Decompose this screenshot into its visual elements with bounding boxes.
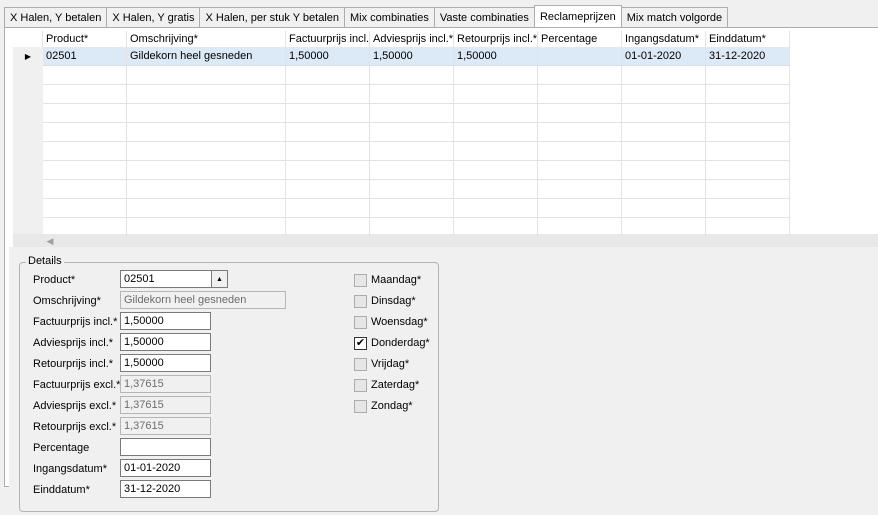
adviesprijs-incl-field[interactable]: 1,50000 xyxy=(120,333,211,351)
empty-row xyxy=(13,123,878,142)
percentage-label: Percentage xyxy=(33,442,90,454)
tab-mix-match-volgorde[interactable]: Mix match volgorde xyxy=(620,7,729,27)
product-combo-input[interactable]: 02501 xyxy=(120,270,212,288)
cell-omschrijving[interactable]: Gildekorn heel gesneden xyxy=(127,47,286,66)
checkmark-icon: ✔ xyxy=(355,336,366,349)
row-header-corner xyxy=(13,31,43,47)
cell-adviesprijs-incl[interactable]: 1,50000 xyxy=(370,47,454,66)
factuurprijs-incl-field[interactable]: 1,50000 xyxy=(120,312,211,330)
retourprijs-incl-field[interactable]: 1,50000 xyxy=(120,354,211,372)
checkbox-vrijdag[interactable]: Vrijdag* xyxy=(354,356,409,372)
omschrijving-label: Omschrijving* xyxy=(33,295,101,307)
caret-up-icon: ▲ xyxy=(216,275,223,283)
prices-grid[interactable]: Product* Omschrijving* Factuurprijs incl… xyxy=(13,31,878,248)
tab-x-halen-y-gratis[interactable]: X Halen, Y gratis xyxy=(106,7,201,27)
cell-einddatum[interactable]: 31-12-2020 xyxy=(706,47,790,66)
tab-x-halen-y-betalen[interactable]: X Halen, Y betalen xyxy=(4,7,108,27)
checkbox-box[interactable] xyxy=(354,273,367,287)
product-dropdown-button[interactable]: ▲ xyxy=(211,270,228,288)
checkbox-label: Zaterdag* xyxy=(371,379,420,391)
checkbox-woensdag[interactable]: Woensdag* xyxy=(354,314,428,330)
cell-ingangsdatum[interactable]: 01-01-2020 xyxy=(622,47,706,66)
empty-row xyxy=(13,161,878,180)
einddatum-label: Einddatum* xyxy=(33,484,90,496)
column-header-ingangsdatum[interactable]: Ingangsdatum* xyxy=(622,31,706,47)
tab-mix-combinaties[interactable]: Mix combinaties xyxy=(344,7,435,27)
cell-percentage[interactable] xyxy=(538,47,622,66)
column-header-product[interactable]: Product* xyxy=(43,31,127,47)
empty-row xyxy=(13,104,878,123)
product-label: Product* xyxy=(33,274,76,286)
details-legend: Details xyxy=(26,255,64,267)
checkbox-label: Woensdag* xyxy=(371,316,428,328)
checkbox-label: Maandag* xyxy=(371,274,422,286)
checkbox-label: Zondag* xyxy=(371,400,413,412)
checkbox-box[interactable]: ✔ xyxy=(354,336,367,350)
retourprijs-excl-field: 1,37615 xyxy=(120,417,211,435)
details-groupbox: Details Product* 02501 ▲ Omschrijving* G… xyxy=(19,255,439,512)
tab-vaste-combinaties[interactable]: Vaste combinaties xyxy=(433,7,535,27)
checkbox-donderdag[interactable]: ✔ Donderdag* xyxy=(354,335,430,351)
checkbox-box[interactable] xyxy=(354,315,367,329)
ingangsdatum-field[interactable]: 01-01-2020 xyxy=(120,459,211,477)
column-header-omschrijving[interactable]: Omschrijving* xyxy=(127,31,286,47)
checkbox-label: Dinsdag* xyxy=(371,295,416,307)
cell-product[interactable]: 02501 xyxy=(43,47,127,66)
checkbox-box[interactable] xyxy=(354,357,367,371)
adviesprijs-excl-label: Adviesprijs excl.* xyxy=(33,400,117,412)
column-header-factuurprijs-incl[interactable]: Factuurprijs incl.* xyxy=(286,31,370,47)
current-row-indicator-icon: ▶ xyxy=(13,47,43,66)
empty-row xyxy=(13,142,878,161)
factuurprijs-incl-label: Factuurprijs incl.* xyxy=(33,316,118,328)
tab-strip: X Halen, Y betalen X Halen, Y gratis X H… xyxy=(4,5,729,27)
horizontal-scrollbar[interactable]: ◀ xyxy=(13,234,878,248)
checkbox-box[interactable] xyxy=(354,399,367,413)
column-header-percentage[interactable]: Percentage xyxy=(538,31,622,47)
column-header-retourprijs-incl[interactable]: Retourprijs incl.* xyxy=(454,31,538,47)
tab-reclameprijzen[interactable]: Reclameprijzen xyxy=(533,5,622,27)
column-header-einddatum[interactable]: Einddatum* xyxy=(706,31,790,47)
adviesprijs-excl-field: 1,37615 xyxy=(120,396,211,414)
table-row[interactable]: ▶ 02501 Gildekorn heel gesneden 1,50000 … xyxy=(13,47,878,66)
tab-panel-reclameprijzen: Product* Omschrijving* Factuurprijs incl… xyxy=(4,27,878,515)
percentage-field[interactable] xyxy=(120,438,211,456)
retourprijs-excl-label: Retourprijs excl.* xyxy=(33,421,117,433)
empty-row xyxy=(13,85,878,104)
empty-row xyxy=(13,180,878,199)
empty-row xyxy=(13,66,878,85)
checkbox-box[interactable] xyxy=(354,294,367,308)
adviesprijs-incl-label: Adviesprijs incl.* xyxy=(33,337,114,349)
cell-factuurprijs-incl[interactable]: 1,50000 xyxy=(286,47,370,66)
omschrijving-field: Gildekorn heel gesneden xyxy=(120,291,286,309)
tab-x-halen-per-stuk-y-betalen[interactable]: X Halen, per stuk Y betalen xyxy=(199,7,345,27)
scroll-left-icon[interactable]: ◀ xyxy=(43,234,57,248)
checkbox-zaterdag[interactable]: Zaterdag* xyxy=(354,377,419,393)
grid-header: Product* Omschrijving* Factuurprijs incl… xyxy=(13,31,790,47)
factuurprijs-excl-field: 1,37615 xyxy=(120,375,211,393)
factuurprijs-excl-label: Factuurprijs excl.* xyxy=(33,379,121,391)
checkbox-dinsdag[interactable]: Dinsdag* xyxy=(354,293,416,309)
checkbox-label: Vrijdag* xyxy=(371,358,410,370)
einddatum-field[interactable]: 31-12-2020 xyxy=(120,480,211,498)
checkbox-maandag[interactable]: Maandag* xyxy=(354,272,421,288)
checkbox-zondag[interactable]: Zondag* xyxy=(354,398,413,414)
ingangsdatum-label: Ingangsdatum* xyxy=(33,463,107,475)
column-header-adviesprijs-incl[interactable]: Adviesprijs incl.* xyxy=(370,31,454,47)
retourprijs-incl-label: Retourprijs incl.* xyxy=(33,358,114,370)
checkbox-box[interactable] xyxy=(354,378,367,392)
empty-row xyxy=(13,199,878,218)
checkbox-label: Donderdag* xyxy=(371,337,430,349)
details-area: Details Product* 02501 ▲ Omschrijving* G… xyxy=(9,247,878,515)
cell-retourprijs-incl[interactable]: 1,50000 xyxy=(454,47,538,66)
grid-body: ▶ 02501 Gildekorn heel gesneden 1,50000 … xyxy=(13,47,878,237)
